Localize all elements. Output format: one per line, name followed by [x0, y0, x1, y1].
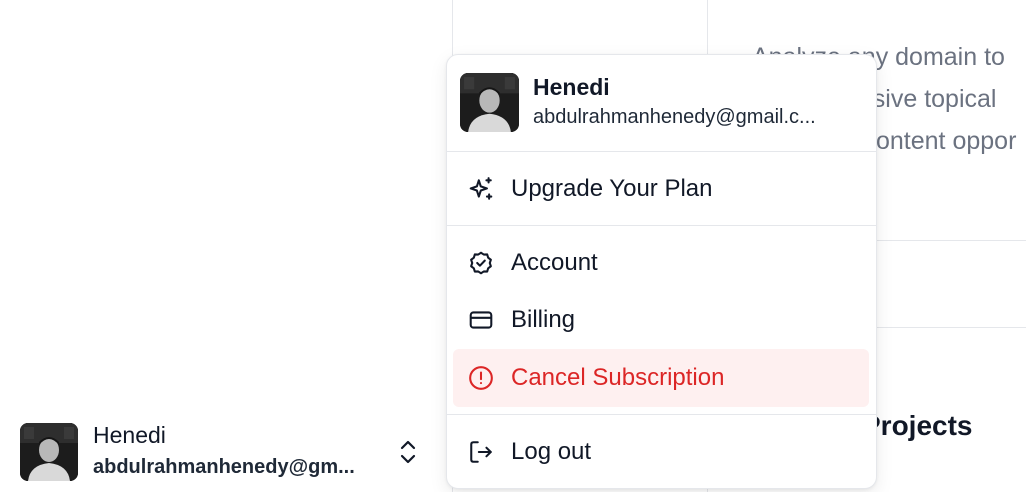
menu-user-email: abdulrahmanhenedy@gmail.c... — [533, 106, 816, 128]
user-dropdown-menu: Henedi abdulrahmanhenedy@gmail.c... Upgr… — [446, 54, 877, 489]
menu-item-label: Upgrade Your Plan — [511, 175, 713, 202]
projects-heading: Projects — [862, 410, 973, 441]
menu-item-label: Log out — [511, 438, 592, 465]
menu-item-label: Account — [511, 249, 598, 276]
sparkles-icon — [469, 177, 493, 200]
user-menu-trigger[interactable]: Henedi abdulrahmanhenedy@gm... — [0, 410, 452, 492]
menu-user-avatar — [460, 73, 519, 132]
credit-card-icon — [469, 311, 493, 329]
alert-circle-icon — [469, 366, 493, 390]
menu-item-label: Cancel Subscription — [511, 364, 725, 391]
menu-separator — [447, 225, 876, 226]
menu-separator — [447, 151, 876, 152]
menu-separator — [447, 414, 876, 415]
sidebar: Henedi abdulrahmanhenedy@gm... — [0, 0, 453, 492]
user-avatar — [20, 423, 78, 481]
menu-item-log-out[interactable]: Log out — [453, 424, 869, 480]
menu-item-cancel-subscription[interactable]: Cancel Subscription — [453, 349, 869, 407]
menu-item-label: Billing — [511, 306, 576, 333]
menu-user-name: Henedi — [533, 74, 610, 100]
badge-check-icon — [470, 251, 492, 275]
menu-item-upgrade-plan[interactable]: Upgrade Your Plan — [453, 161, 869, 217]
menu-item-billing[interactable]: Billing — [453, 292, 869, 348]
user-email: abdulrahmanhenedy@gm... — [93, 456, 355, 478]
user-name: Henedi — [93, 422, 166, 448]
chevrons-up-down-icon[interactable] — [396, 438, 420, 466]
log-out-icon — [470, 441, 492, 463]
menu-item-account[interactable]: Account — [453, 235, 869, 291]
